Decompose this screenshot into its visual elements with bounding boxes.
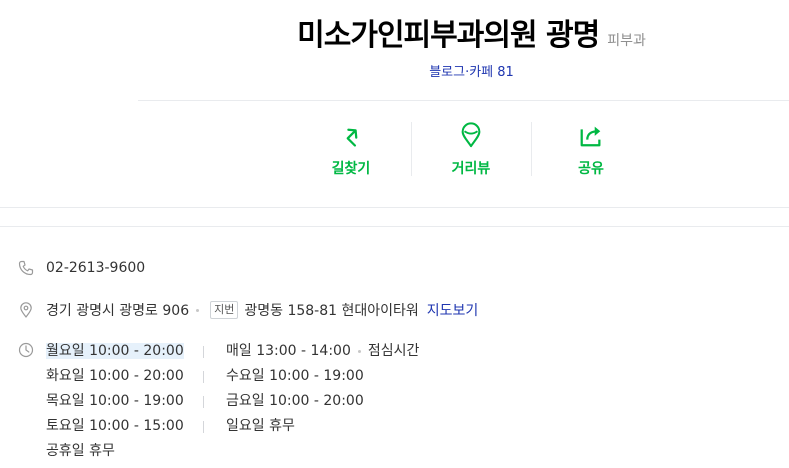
hours-item: 월요일 10:00 - 20:00 <box>46 343 184 359</box>
hours-item: 목요일 10:00 - 19:00 <box>46 393 184 409</box>
directions-icon <box>346 128 358 147</box>
street-view-label: 거리뷰 <box>451 161 491 177</box>
address-row: 경기 광명시 광명로 906 지번 광명동 158-81 현대아이타워 지도보기 <box>18 300 478 320</box>
hours-item: 금요일 10:00 - 20:00 <box>226 393 364 409</box>
location-pin-icon <box>20 302 32 318</box>
map-view-link[interactable]: 지도보기 <box>427 300 479 320</box>
hours-item: 수요일 10:00 - 19:00 <box>226 368 364 384</box>
lot-address-badge: 지번 <box>210 301 239 319</box>
hours-item: 화요일 10:00 - 20:00 <box>46 368 184 384</box>
category-label: 피부과 <box>607 33 646 49</box>
street-view-icon <box>461 122 481 148</box>
column-separator <box>203 346 204 358</box>
place-name: 미소가인피부과의원 광명 <box>297 18 600 53</box>
separator-dot <box>196 308 200 312</box>
separator-dot <box>357 349 361 353</box>
phone-row: 02-2613-9600 <box>18 260 145 276</box>
phone-number[interactable]: 02-2613-9600 <box>46 260 145 276</box>
column-separator <box>203 371 204 383</box>
road-address: 경기 광명시 광명로 906 <box>46 303 190 319</box>
hours-item: 매일 13:00 - 14:00 <box>226 343 351 359</box>
share-label: 공유 <box>578 161 604 177</box>
title-row: 미소가인피부과의원 광명 피부과 <box>0 10 789 54</box>
hours-item: 토요일 10:00 - 15:00 <box>46 418 184 434</box>
divider <box>0 207 789 208</box>
share-button[interactable]: 공유 <box>531 122 651 178</box>
action-bar: 길찾기 거리뷰 공유 <box>291 122 653 178</box>
lot-address: 광명동 158-81 현대아이타워 <box>244 303 419 319</box>
column-separator <box>203 396 204 408</box>
hours-right-column: 매일 13:00 - 14:00 점심시간 수요일 10:00 - 19:00 금… <box>226 343 419 443</box>
directions-button[interactable]: 길찾기 <box>291 122 411 178</box>
divider <box>138 100 789 101</box>
review-row: 블로그·카페 81 <box>0 61 789 80</box>
clock-icon <box>18 342 34 358</box>
hours-left-column: 월요일 10:00 - 20:00 화요일 10:00 - 20:00 목요일 … <box>46 343 184 468</box>
column-separator <box>203 421 204 433</box>
hours-item: 공휴일 휴무 <box>46 443 115 459</box>
break-label: 점심시간 <box>367 343 420 359</box>
hours-item: 일요일 휴무 <box>226 418 295 434</box>
divider <box>0 226 789 227</box>
phone-icon <box>18 260 34 276</box>
street-view-button[interactable]: 거리뷰 <box>411 122 531 178</box>
share-icon <box>580 126 601 147</box>
directions-label: 길찾기 <box>331 161 371 177</box>
review-count-link[interactable]: 블로그·카페 81 <box>429 61 514 80</box>
